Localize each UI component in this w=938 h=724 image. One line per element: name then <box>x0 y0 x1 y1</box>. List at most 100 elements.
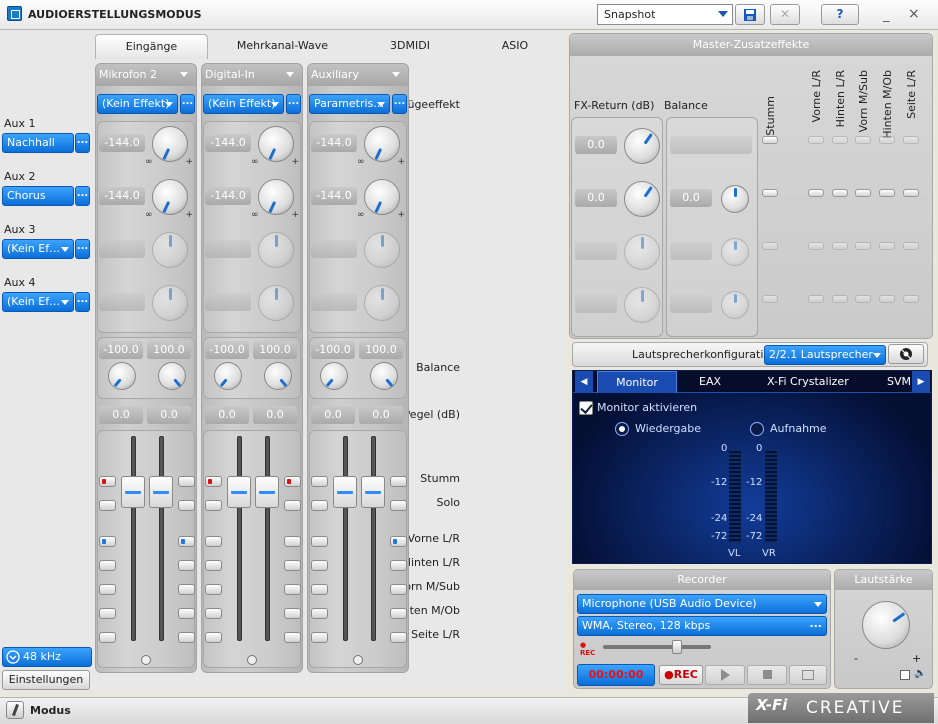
master-routing-button[interactable] <box>855 242 871 250</box>
help-button[interactable]: ? <box>821 4 859 25</box>
speaker-test-button[interactable] <box>888 344 924 364</box>
insert-effect-more-button[interactable]: ... <box>392 94 407 114</box>
master-routing-button[interactable] <box>808 295 824 303</box>
rear-top-right-button[interactable] <box>178 608 195 619</box>
front-right-button[interactable] <box>390 536 407 547</box>
master-routing-button[interactable] <box>808 136 824 144</box>
rear-right-button[interactable] <box>284 560 301 571</box>
solo-right-button[interactable] <box>284 500 301 511</box>
solo-right-button[interactable] <box>390 500 407 511</box>
side-right-button[interactable] <box>284 632 301 643</box>
center-sub-left-button[interactable] <box>311 584 328 595</box>
mute-right-button[interactable] <box>284 476 301 487</box>
side-right-button[interactable] <box>390 632 407 643</box>
tab-asio[interactable]: ASIO <box>490 34 540 59</box>
insert-effect-dropdown[interactable]: (Kein Effekt) <box>203 94 284 114</box>
playback-radio[interactable] <box>615 422 629 436</box>
master-routing-button[interactable] <box>762 189 778 197</box>
master-routing-button[interactable] <box>808 242 824 250</box>
tab-scroll-right-button[interactable]: ▶ <box>912 371 930 393</box>
aux3-more-button[interactable]: ... <box>75 239 90 259</box>
rear-left-button[interactable] <box>99 560 116 571</box>
master-routing-button[interactable] <box>879 242 895 250</box>
aux2-send-knob[interactable]: ∞ + <box>145 179 193 220</box>
link-lock-icon[interactable] <box>247 655 257 665</box>
channel-source-dropdown[interactable]: Mikrofon 2 <box>96 64 196 86</box>
aux2-effect-button[interactable]: Chorus <box>2 186 74 206</box>
master-routing-button[interactable] <box>832 189 848 197</box>
fader-left[interactable] <box>333 476 357 508</box>
master-routing-button[interactable] <box>903 295 919 303</box>
master-balance-knob[interactable] <box>721 185 749 213</box>
side-right-button[interactable] <box>178 632 195 643</box>
tab-monitor[interactable]: Monitor <box>597 371 677 393</box>
fader-left[interactable] <box>227 476 251 508</box>
aux2-send-knob[interactable]: ∞ + <box>251 179 299 220</box>
master-routing-button[interactable] <box>832 295 848 303</box>
mute-right-button[interactable] <box>178 476 195 487</box>
front-right-button[interactable] <box>284 536 301 547</box>
mute-left-button[interactable] <box>99 476 116 487</box>
balance-right-knob[interactable] <box>158 362 186 390</box>
mode-label[interactable]: Modus <box>30 704 71 717</box>
recorder-device-dropdown[interactable]: Microphone (USB Audio Device) <box>577 594 827 614</box>
record-button[interactable]: ●REC <box>659 665 703 685</box>
aux4-more-button[interactable]: ... <box>75 292 90 312</box>
center-sub-right-button[interactable] <box>284 584 301 595</box>
speaker-config-dropdown[interactable]: 2/2.1 Lautsprecher <box>764 345 886 365</box>
tab-scroll-left-button[interactable]: ◀ <box>575 371 593 393</box>
tab-multichannel-wave[interactable]: Mehrkanal-Wave <box>225 34 340 59</box>
center-sub-left-button[interactable] <box>205 584 222 595</box>
link-lock-icon[interactable] <box>141 655 151 665</box>
snapshot-dropdown[interactable]: Snapshot <box>597 4 733 25</box>
recorder-level-slider-thumb[interactable] <box>672 640 682 654</box>
rear-top-right-button[interactable] <box>390 608 407 619</box>
close-button[interactable]: × <box>908 6 920 22</box>
solo-right-button[interactable] <box>178 500 195 511</box>
save-snapshot-button[interactable] <box>735 4 765 25</box>
tab-xfi-crystalizer[interactable]: X-Fi Crystalizer <box>767 371 849 393</box>
fader-right[interactable] <box>361 476 385 508</box>
rear-top-left-button[interactable] <box>99 608 116 619</box>
balance-right-knob[interactable] <box>264 362 292 390</box>
fader-right[interactable] <box>255 476 279 508</box>
delete-snapshot-button[interactable]: ✕ <box>770 4 800 25</box>
tab-inputs[interactable]: Eingänge <box>95 34 208 59</box>
aux1-more-button[interactable]: ... <box>75 133 90 153</box>
channel-source-dropdown[interactable]: Digital-In <box>202 64 302 86</box>
fader-right[interactable] <box>149 476 173 508</box>
rear-right-button[interactable] <box>390 560 407 571</box>
solo-left-button[interactable] <box>205 500 222 511</box>
aux2-more-button[interactable]: ... <box>75 186 90 206</box>
front-left-button[interactable] <box>311 536 328 547</box>
rear-top-left-button[interactable] <box>311 608 328 619</box>
master-routing-button[interactable] <box>855 295 871 303</box>
balance-left-knob[interactable] <box>214 362 242 390</box>
master-routing-button[interactable] <box>762 242 778 250</box>
aux1-send-knob[interactable]: ∞ + <box>251 126 299 167</box>
center-sub-right-button[interactable] <box>390 584 407 595</box>
aux2-send-knob[interactable]: ∞ + <box>357 179 405 220</box>
settings-button[interactable]: Einstellungen <box>2 670 90 690</box>
fx-return-knob[interactable] <box>624 128 660 164</box>
stop-button[interactable] <box>747 665 787 685</box>
side-left-button[interactable] <box>99 632 116 643</box>
mute-left-button[interactable] <box>205 476 222 487</box>
play-button[interactable] <box>705 665 745 685</box>
master-routing-button[interactable] <box>855 136 871 144</box>
fx-return-knob[interactable] <box>624 181 660 217</box>
front-right-button[interactable] <box>178 536 195 547</box>
insert-effect-more-button[interactable]: ... <box>286 94 301 114</box>
aux1-send-knob[interactable]: ∞ + <box>145 126 193 167</box>
front-left-button[interactable] <box>99 536 116 547</box>
master-routing-button[interactable] <box>903 242 919 250</box>
tab-eax[interactable]: EAX <box>699 371 721 393</box>
master-routing-button[interactable] <box>762 136 778 144</box>
master-routing-button[interactable] <box>832 242 848 250</box>
side-left-button[interactable] <box>205 632 222 643</box>
rear-top-right-button[interactable] <box>284 608 301 619</box>
fader-left[interactable] <box>121 476 145 508</box>
master-routing-button[interactable] <box>762 295 778 303</box>
mode-button[interactable] <box>6 701 24 719</box>
front-left-button[interactable] <box>205 536 222 547</box>
